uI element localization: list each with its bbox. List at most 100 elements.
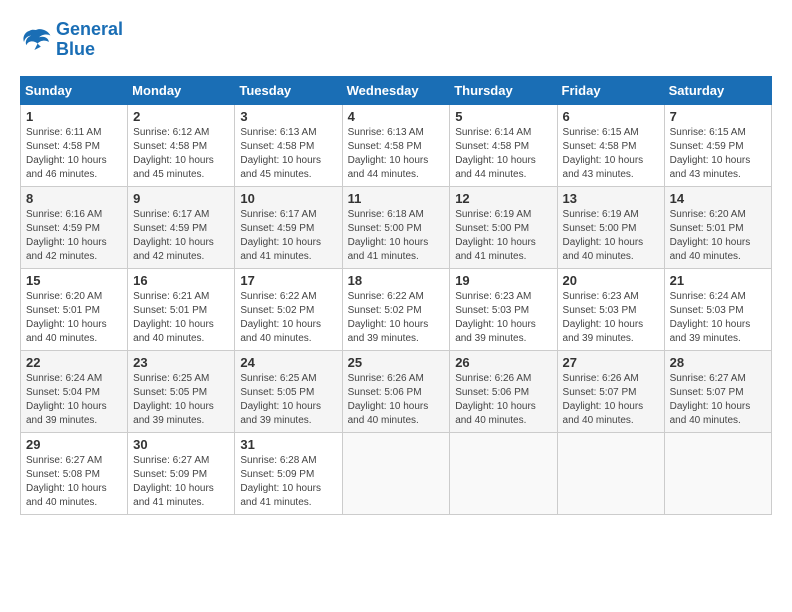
day-info: Sunrise: 6:25 AM Sunset: 5:05 PM Dayligh… — [133, 372, 229, 428]
calendar-cell: 22 Sunrise: 6:24 AM Sunset: 5:04 PM Dayli… — [21, 350, 128, 432]
calendar-cell — [557, 432, 664, 514]
day-number: 15 — [26, 273, 122, 288]
calendar-cell: 6 Sunrise: 6:15 AM Sunset: 4:58 PM Daylig… — [557, 104, 664, 186]
day-number: 18 — [348, 273, 445, 288]
day-info: Sunrise: 6:21 AM Sunset: 5:01 PM Dayligh… — [133, 290, 229, 346]
calendar-cell: 23 Sunrise: 6:25 AM Sunset: 5:05 PM Dayli… — [128, 350, 235, 432]
calendar-week-row: 15 Sunrise: 6:20 AM Sunset: 5:01 PM Dayli… — [21, 268, 772, 350]
day-info: Sunrise: 6:20 AM Sunset: 5:01 PM Dayligh… — [670, 208, 766, 264]
day-number: 26 — [455, 355, 551, 370]
column-header-monday: Monday — [128, 76, 235, 104]
calendar-cell: 25 Sunrise: 6:26 AM Sunset: 5:06 PM Dayli… — [342, 350, 450, 432]
day-number: 13 — [563, 191, 659, 206]
day-number: 16 — [133, 273, 229, 288]
calendar-cell: 21 Sunrise: 6:24 AM Sunset: 5:03 PM Dayli… — [664, 268, 771, 350]
day-info: Sunrise: 6:26 AM Sunset: 5:06 PM Dayligh… — [348, 372, 445, 428]
calendar-cell: 14 Sunrise: 6:20 AM Sunset: 5:01 PM Dayli… — [664, 186, 771, 268]
day-number: 7 — [670, 109, 766, 124]
day-number: 20 — [563, 273, 659, 288]
calendar-week-row: 8Sunrise: 6:16 AM Sunset: 4:59 PM Daylig… — [21, 186, 772, 268]
day-number: 1 — [26, 109, 122, 124]
calendar-cell: 12Sunrise: 6:19 AM Sunset: 5:00 PM Dayli… — [450, 186, 557, 268]
day-info: Sunrise: 6:23 AM Sunset: 5:03 PM Dayligh… — [563, 290, 659, 346]
day-number: 8 — [26, 191, 122, 206]
calendar-cell: 29Sunrise: 6:27 AM Sunset: 5:08 PM Dayli… — [21, 432, 128, 514]
day-info: Sunrise: 6:13 AM Sunset: 4:58 PM Dayligh… — [240, 126, 336, 182]
day-info: Sunrise: 6:11 AM Sunset: 4:58 PM Dayligh… — [26, 126, 122, 182]
calendar-cell: 1 Sunrise: 6:11 AM Sunset: 4:58 PM Daylig… — [21, 104, 128, 186]
day-number: 10 — [240, 191, 336, 206]
calendar-week-row: 22 Sunrise: 6:24 AM Sunset: 5:04 PM Dayli… — [21, 350, 772, 432]
day-info: Sunrise: 6:12 AM Sunset: 4:58 PM Dayligh… — [133, 126, 229, 182]
calendar-cell: 15 Sunrise: 6:20 AM Sunset: 5:01 PM Dayli… — [21, 268, 128, 350]
day-number: 25 — [348, 355, 445, 370]
column-header-saturday: Saturday — [664, 76, 771, 104]
day-info: Sunrise: 6:26 AM Sunset: 5:07 PM Dayligh… — [563, 372, 659, 428]
calendar-cell: 8Sunrise: 6:16 AM Sunset: 4:59 PM Daylig… — [21, 186, 128, 268]
logo-icon — [20, 26, 52, 54]
calendar-table: SundayMondayTuesdayWednesdayThursdayFrid… — [20, 76, 772, 515]
day-info: Sunrise: 6:25 AM Sunset: 5:05 PM Dayligh… — [240, 372, 336, 428]
calendar-cell: 5 Sunrise: 6:14 AM Sunset: 4:58 PM Daylig… — [450, 104, 557, 186]
day-info: Sunrise: 6:24 AM Sunset: 5:03 PM Dayligh… — [670, 290, 766, 346]
day-number: 27 — [563, 355, 659, 370]
day-info: Sunrise: 6:24 AM Sunset: 5:04 PM Dayligh… — [26, 372, 122, 428]
day-info: Sunrise: 6:26 AM Sunset: 5:06 PM Dayligh… — [455, 372, 551, 428]
day-info: Sunrise: 6:15 AM Sunset: 4:58 PM Dayligh… — [563, 126, 659, 182]
day-number: 17 — [240, 273, 336, 288]
day-info: Sunrise: 6:15 AM Sunset: 4:59 PM Dayligh… — [670, 126, 766, 182]
calendar-cell: 18 Sunrise: 6:22 AM Sunset: 5:02 PM Dayli… — [342, 268, 450, 350]
day-info: Sunrise: 6:17 AM Sunset: 4:59 PM Dayligh… — [133, 208, 229, 264]
day-number: 3 — [240, 109, 336, 124]
day-number: 6 — [563, 109, 659, 124]
column-header-sunday: Sunday — [21, 76, 128, 104]
calendar-cell: 7 Sunrise: 6:15 AM Sunset: 4:59 PM Daylig… — [664, 104, 771, 186]
calendar-cell: 27 Sunrise: 6:26 AM Sunset: 5:07 PM Dayli… — [557, 350, 664, 432]
column-header-friday: Friday — [557, 76, 664, 104]
day-number: 12 — [455, 191, 551, 206]
day-info: Sunrise: 6:14 AM Sunset: 4:58 PM Dayligh… — [455, 126, 551, 182]
calendar-cell: 11 Sunrise: 6:18 AM Sunset: 5:00 PM Dayli… — [342, 186, 450, 268]
calendar-header-row: SundayMondayTuesdayWednesdayThursdayFrid… — [21, 76, 772, 104]
calendar-cell — [664, 432, 771, 514]
calendar-cell: 24Sunrise: 6:25 AM Sunset: 5:05 PM Dayli… — [235, 350, 342, 432]
calendar-cell: 31 Sunrise: 6:28 AM Sunset: 5:09 PM Dayli… — [235, 432, 342, 514]
calendar-cell: 10 Sunrise: 6:17 AM Sunset: 4:59 PM Dayli… — [235, 186, 342, 268]
day-number: 14 — [670, 191, 766, 206]
calendar-cell: 19 Sunrise: 6:23 AM Sunset: 5:03 PM Dayli… — [450, 268, 557, 350]
day-number: 4 — [348, 109, 445, 124]
day-info: Sunrise: 6:28 AM Sunset: 5:09 PM Dayligh… — [240, 454, 336, 510]
calendar-cell: 13 Sunrise: 6:19 AM Sunset: 5:00 PM Dayli… — [557, 186, 664, 268]
day-number: 11 — [348, 191, 445, 206]
day-info: Sunrise: 6:22 AM Sunset: 5:02 PM Dayligh… — [240, 290, 336, 346]
logo: General Blue — [20, 20, 123, 60]
logo-text: General Blue — [56, 20, 123, 60]
day-info: Sunrise: 6:17 AM Sunset: 4:59 PM Dayligh… — [240, 208, 336, 264]
day-number: 31 — [240, 437, 336, 452]
day-number: 21 — [670, 273, 766, 288]
day-info: Sunrise: 6:19 AM Sunset: 5:00 PM Dayligh… — [563, 208, 659, 264]
day-info: Sunrise: 6:13 AM Sunset: 4:58 PM Dayligh… — [348, 126, 445, 182]
day-number: 22 — [26, 355, 122, 370]
day-info: Sunrise: 6:18 AM Sunset: 5:00 PM Dayligh… — [348, 208, 445, 264]
day-number: 5 — [455, 109, 551, 124]
day-info: Sunrise: 6:27 AM Sunset: 5:08 PM Dayligh… — [26, 454, 122, 510]
calendar-week-row: 29Sunrise: 6:27 AM Sunset: 5:08 PM Dayli… — [21, 432, 772, 514]
calendar-cell: 16 Sunrise: 6:21 AM Sunset: 5:01 PM Dayli… — [128, 268, 235, 350]
page-header: General Blue — [20, 20, 772, 60]
day-number: 19 — [455, 273, 551, 288]
calendar-cell: 17 Sunrise: 6:22 AM Sunset: 5:02 PM Dayli… — [235, 268, 342, 350]
calendar-cell: 9Sunrise: 6:17 AM Sunset: 4:59 PM Daylig… — [128, 186, 235, 268]
calendar-cell: 26 Sunrise: 6:26 AM Sunset: 5:06 PM Dayli… — [450, 350, 557, 432]
calendar-cell — [450, 432, 557, 514]
calendar-week-row: 1 Sunrise: 6:11 AM Sunset: 4:58 PM Daylig… — [21, 104, 772, 186]
day-number: 2 — [133, 109, 229, 124]
calendar-cell: 20 Sunrise: 6:23 AM Sunset: 5:03 PM Dayli… — [557, 268, 664, 350]
calendar-cell: 4 Sunrise: 6:13 AM Sunset: 4:58 PM Daylig… — [342, 104, 450, 186]
day-info: Sunrise: 6:22 AM Sunset: 5:02 PM Dayligh… — [348, 290, 445, 346]
column-header-wednesday: Wednesday — [342, 76, 450, 104]
column-header-tuesday: Tuesday — [235, 76, 342, 104]
day-info: Sunrise: 6:23 AM Sunset: 5:03 PM Dayligh… — [455, 290, 551, 346]
day-number: 23 — [133, 355, 229, 370]
day-info: Sunrise: 6:20 AM Sunset: 5:01 PM Dayligh… — [26, 290, 122, 346]
